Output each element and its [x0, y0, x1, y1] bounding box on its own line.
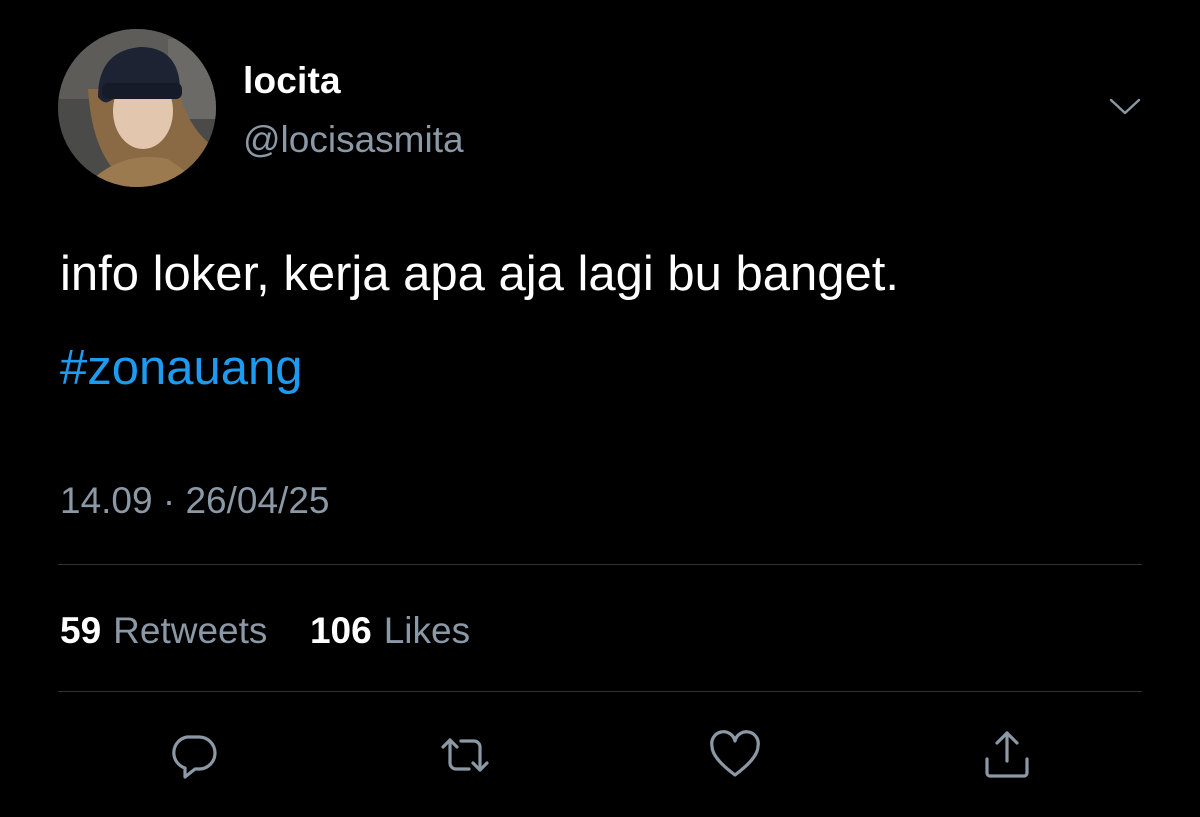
- retweets-count: 59: [60, 610, 102, 651]
- likes-count: 106: [309, 610, 372, 651]
- likes-stat[interactable]: 106 Likes: [300, 610, 470, 651]
- likes-label: Likes: [383, 610, 471, 651]
- hashtag-link[interactable]: #zonauang: [60, 344, 303, 393]
- tweet-card: locita @locisasmita info loker, kerja ap…: [0, 0, 1200, 817]
- like-button[interactable]: [705, 725, 765, 785]
- chevron-down-icon[interactable]: [1108, 96, 1142, 118]
- share-icon: [985, 731, 1029, 778]
- divider: [58, 564, 1142, 565]
- retweets-label: Retweets: [113, 610, 268, 651]
- reply-button[interactable]: [163, 725, 223, 785]
- divider: [58, 691, 1142, 692]
- avatar-image: [58, 29, 216, 187]
- share-button[interactable]: [977, 725, 1037, 785]
- tweet-text: info loker, kerja apa aja lagi bu banget…: [60, 247, 900, 301]
- engagement-stats: 59 Retweets 106 Likes: [60, 612, 470, 649]
- tweet-timestamp[interactable]: 14.09 · 26/04/25: [60, 482, 330, 519]
- heart-icon: [710, 730, 760, 777]
- reply-icon: [172, 735, 217, 779]
- user-handle[interactable]: @locisasmita: [243, 121, 464, 158]
- retweet-button[interactable]: [435, 725, 495, 785]
- retweets-stat[interactable]: 59 Retweets: [60, 610, 278, 651]
- retweet-icon: [441, 738, 489, 772]
- avatar[interactable]: [58, 29, 216, 187]
- display-name[interactable]: locita: [243, 62, 341, 99]
